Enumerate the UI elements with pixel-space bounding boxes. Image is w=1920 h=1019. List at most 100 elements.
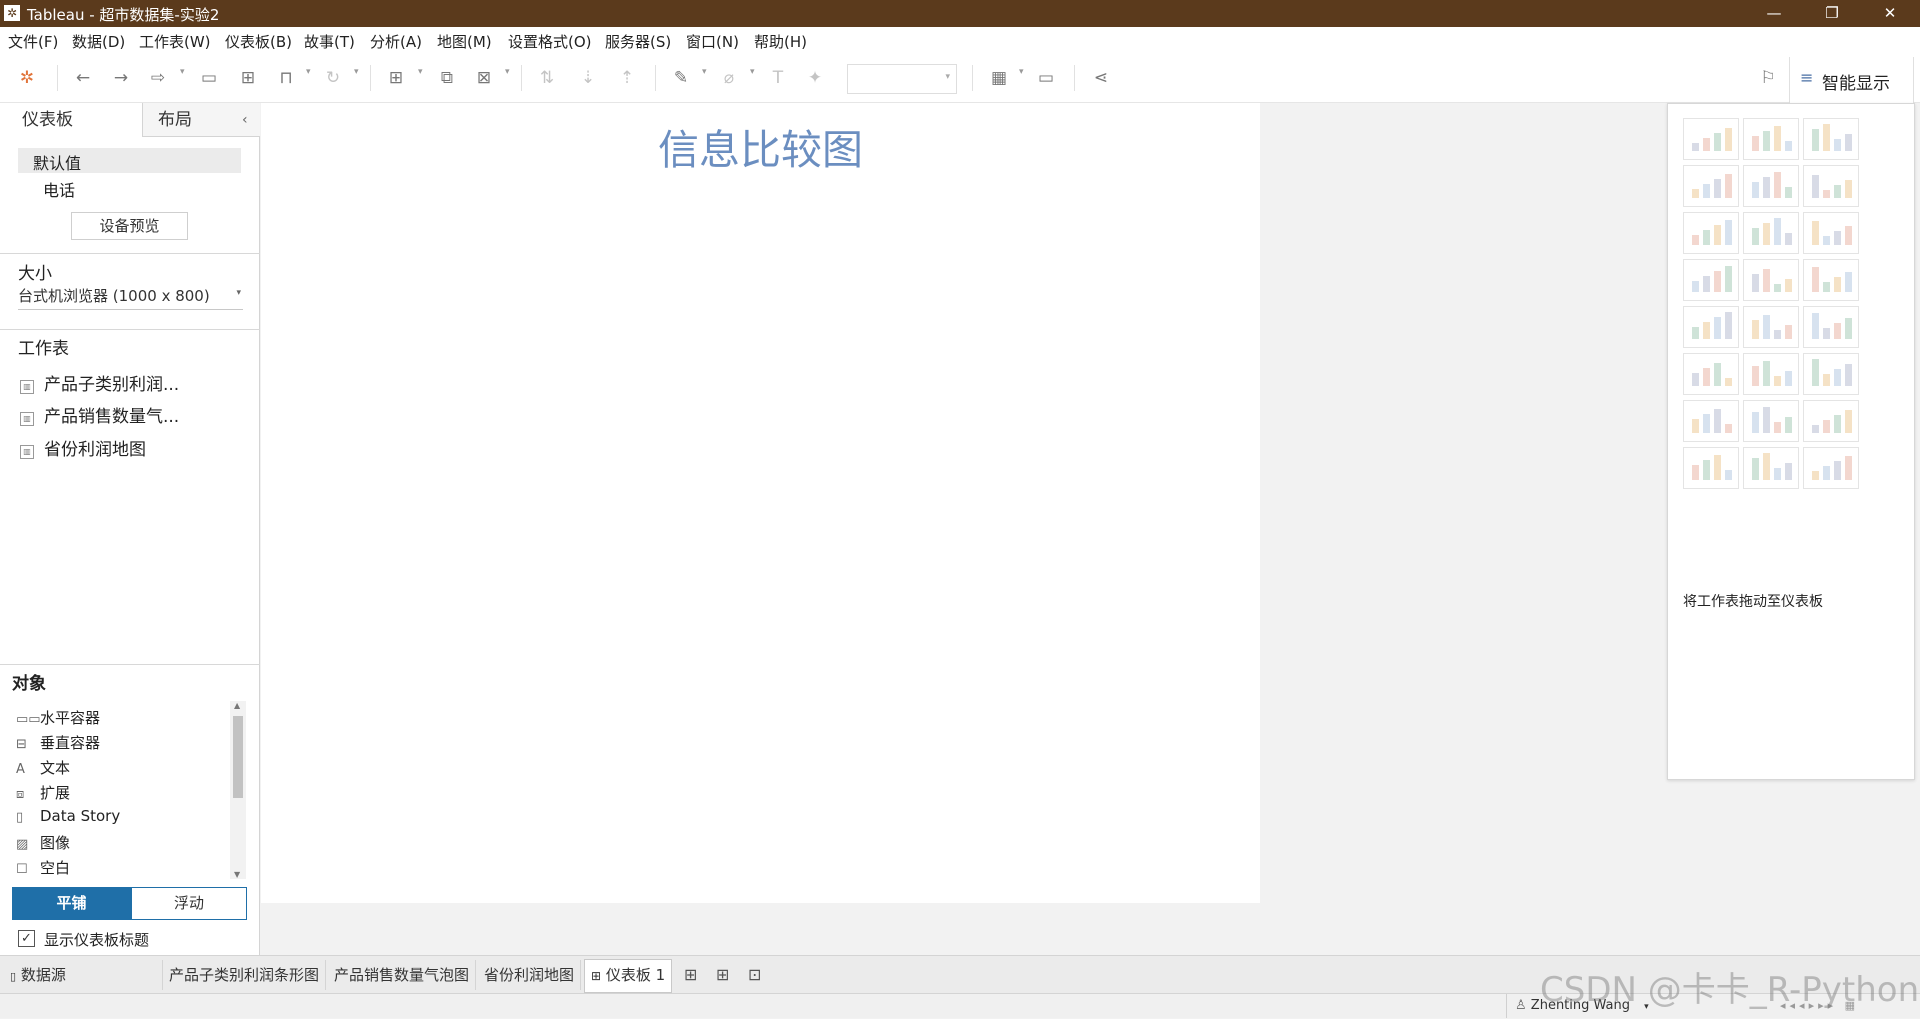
group-icon[interactable]: ⌀ bbox=[716, 65, 742, 91]
chart-type-highlight-table-icon[interactable] bbox=[1803, 118, 1859, 160]
duplicate-icon[interactable]: ⧉ bbox=[434, 65, 460, 91]
chevron-down-icon[interactable]: ▾ bbox=[354, 67, 359, 77]
new-story-tab-icon[interactable]: ⊡ bbox=[742, 960, 767, 990]
share-icon[interactable]: ⋖ bbox=[1088, 65, 1114, 91]
chart-type-stacked-bars-icon[interactable] bbox=[1743, 212, 1799, 254]
sheet-tab[interactable]: 省份利润地图 bbox=[478, 960, 582, 990]
undo-icon[interactable]: ← bbox=[70, 65, 96, 91]
sort-descending-icon[interactable]: ⇡ bbox=[614, 65, 640, 91]
objects-scrollbar[interactable]: ▲ ▼ bbox=[230, 701, 246, 879]
sort-ascending-icon[interactable]: ⇣ bbox=[575, 65, 601, 91]
pause-updates-icon[interactable]: ⊓ bbox=[273, 65, 299, 91]
tab-dashboard[interactable]: 仪表板 bbox=[0, 103, 142, 137]
labels-icon[interactable]: T bbox=[765, 65, 791, 91]
chart-type-packed-bubbles-icon[interactable] bbox=[1803, 447, 1859, 489]
chart-type-side-by-side-bars-icon[interactable] bbox=[1803, 212, 1859, 254]
chart-type-dual-lines-icon[interactable] bbox=[1803, 306, 1859, 348]
swap-icon[interactable]: ⇅ bbox=[534, 65, 560, 91]
menu-window[interactable]: 窗口(N) bbox=[686, 31, 739, 52]
menu-format[interactable]: 设置格式(O) bbox=[508, 31, 592, 52]
worksheet-item[interactable]: ▥ 省份利润地图 bbox=[20, 435, 146, 460]
presentation-mode-icon[interactable]: ▭ bbox=[1033, 65, 1059, 91]
dashboard-title[interactable]: 信息比较图 bbox=[261, 116, 1260, 176]
size-dropdown[interactable]: 台式机浏览器 (1000 x 800) ▾ bbox=[18, 285, 243, 310]
worksheet-item[interactable]: ▥ 产品子类别利润... bbox=[20, 370, 179, 395]
dashboard-canvas[interactable]: 信息比较图 bbox=[261, 103, 1260, 903]
chart-type-circle-views-icon[interactable] bbox=[1743, 259, 1799, 301]
sheet-tab[interactable]: 产品子类别利润条形图 bbox=[162, 960, 327, 990]
menu-dashboard[interactable]: 仪表板(B) bbox=[225, 31, 292, 52]
chart-type-area-discrete-icon[interactable] bbox=[1743, 353, 1799, 395]
chart-type-heat-map-icon[interactable] bbox=[1743, 118, 1799, 160]
worksheet-item[interactable]: ▥ 产品销售数量气... bbox=[20, 402, 179, 427]
chart-type-continuous-lines-icon[interactable] bbox=[1683, 306, 1739, 348]
chart-type-dual-combination-icon[interactable] bbox=[1803, 353, 1859, 395]
new-worksheet-tab-icon[interactable]: ⊞ bbox=[678, 960, 703, 990]
refresh-icon[interactable]: ↻ bbox=[320, 65, 346, 91]
object-text[interactable]: A 文本 bbox=[16, 757, 70, 778]
menu-help[interactable]: 帮助(H) bbox=[754, 31, 807, 52]
tableau-logo-icon[interactable]: ✲ bbox=[14, 65, 40, 91]
new-dashboard-tab-icon[interactable]: ⊞ bbox=[710, 960, 735, 990]
scroll-down-icon[interactable]: ▼ bbox=[234, 870, 240, 879]
device-phone-item[interactable]: 电话 bbox=[43, 177, 75, 201]
object-extension[interactable]: ⧈ 扩展 bbox=[16, 782, 70, 803]
menu-analysis[interactable]: 分析(A) bbox=[370, 31, 422, 52]
object-blank[interactable]: ☐ 空白 bbox=[16, 857, 70, 878]
device-preview-button[interactable]: 设备预览 bbox=[71, 212, 188, 240]
object-image[interactable]: ▨ 图像 bbox=[16, 832, 70, 853]
highlight-icon[interactable]: ✎ bbox=[668, 65, 694, 91]
scrollbar-thumb[interactable] bbox=[233, 716, 243, 798]
new-worksheet-icon[interactable]: ⊞ bbox=[383, 65, 409, 91]
chart-type-horizontal-bars-icon[interactable] bbox=[1683, 212, 1739, 254]
fit-dropdown[interactable]: ▾ bbox=[847, 64, 957, 94]
object-vertical-container[interactable]: ⊟ 垂直容器 bbox=[16, 732, 100, 753]
collapse-panel-icon[interactable]: ‹ bbox=[242, 103, 248, 137]
pin-icon[interactable]: ✦ bbox=[802, 65, 828, 91]
chart-type-area-continuous-icon[interactable] bbox=[1683, 353, 1739, 395]
chart-type-box-and-whisker-icon[interactable] bbox=[1803, 400, 1859, 442]
tiled-toggle[interactable]: 平铺 bbox=[12, 887, 131, 920]
chart-type-pie-chart-icon[interactable] bbox=[1803, 165, 1859, 207]
sheet-tab[interactable]: 产品销售数量气泡图 bbox=[328, 960, 477, 990]
chart-type-histogram-icon[interactable] bbox=[1743, 400, 1799, 442]
chevron-down-icon[interactable]: ▾ bbox=[750, 67, 755, 77]
chevron-down-icon[interactable]: ▾ bbox=[505, 67, 510, 77]
menu-data[interactable]: 数据(D) bbox=[72, 31, 125, 52]
minimize-button[interactable]: — bbox=[1744, 0, 1804, 27]
chart-type-gantt-chart-icon[interactable] bbox=[1683, 447, 1739, 489]
show-cards-icon[interactable]: ▦ bbox=[986, 65, 1012, 91]
menu-story[interactable]: 故事(T) bbox=[304, 31, 355, 52]
object-data-story[interactable]: ▯ Data Story bbox=[16, 807, 120, 825]
show-me-tab[interactable]: ≡ 智能显示 bbox=[1789, 57, 1914, 103]
chevron-down-icon[interactable]: ▾ bbox=[702, 67, 707, 77]
chevron-down-icon[interactable]: ▾ bbox=[1019, 67, 1024, 77]
chart-type-scatter-plot-icon[interactable] bbox=[1683, 400, 1739, 442]
chevron-down-icon[interactable]: ▾ bbox=[418, 67, 423, 77]
save-icon[interactable]: ▭ bbox=[196, 65, 222, 91]
replay-icon[interactable]: ⇨ bbox=[145, 65, 171, 91]
chart-type-filled-map-icon[interactable] bbox=[1743, 165, 1799, 207]
chart-type-discrete-lines-icon[interactable] bbox=[1743, 306, 1799, 348]
chart-type-symbol-map-icon[interactable] bbox=[1683, 165, 1739, 207]
chevron-down-icon[interactable]: ▾ bbox=[180, 67, 185, 77]
clear-icon[interactable]: ⊠ bbox=[471, 65, 497, 91]
menu-file[interactable]: 文件(F) bbox=[8, 31, 58, 52]
datasource-tab[interactable]: ▯ 数据源 bbox=[4, 960, 72, 990]
restore-button[interactable]: ❐ bbox=[1802, 0, 1862, 27]
chart-type-side-by-side-circles-icon[interactable] bbox=[1803, 259, 1859, 301]
chart-type-text-table-icon[interactable] bbox=[1683, 118, 1739, 160]
floating-toggle[interactable]: 浮动 bbox=[131, 887, 247, 920]
new-datasource-icon[interactable]: ⊞ bbox=[235, 65, 261, 91]
chart-type-bullet-graph-icon[interactable] bbox=[1743, 447, 1799, 489]
chart-type-treemap-icon[interactable] bbox=[1683, 259, 1739, 301]
menu-map[interactable]: 地图(M) bbox=[437, 31, 492, 52]
show-title-checkbox[interactable]: ✓ bbox=[18, 930, 35, 947]
scroll-up-icon[interactable]: ▲ bbox=[234, 701, 240, 710]
guide-icon[interactable]: ⚐ bbox=[1755, 65, 1781, 91]
menu-worksheet[interactable]: 工作表(W) bbox=[139, 31, 211, 52]
close-button[interactable]: ✕ bbox=[1860, 0, 1920, 27]
sheet-tab-active[interactable]: ⊞ 仪表板 1 bbox=[584, 959, 673, 993]
object-horizontal-container[interactable]: ▭▭水平容器 bbox=[16, 707, 100, 728]
menu-server[interactable]: 服务器(S) bbox=[605, 31, 671, 52]
